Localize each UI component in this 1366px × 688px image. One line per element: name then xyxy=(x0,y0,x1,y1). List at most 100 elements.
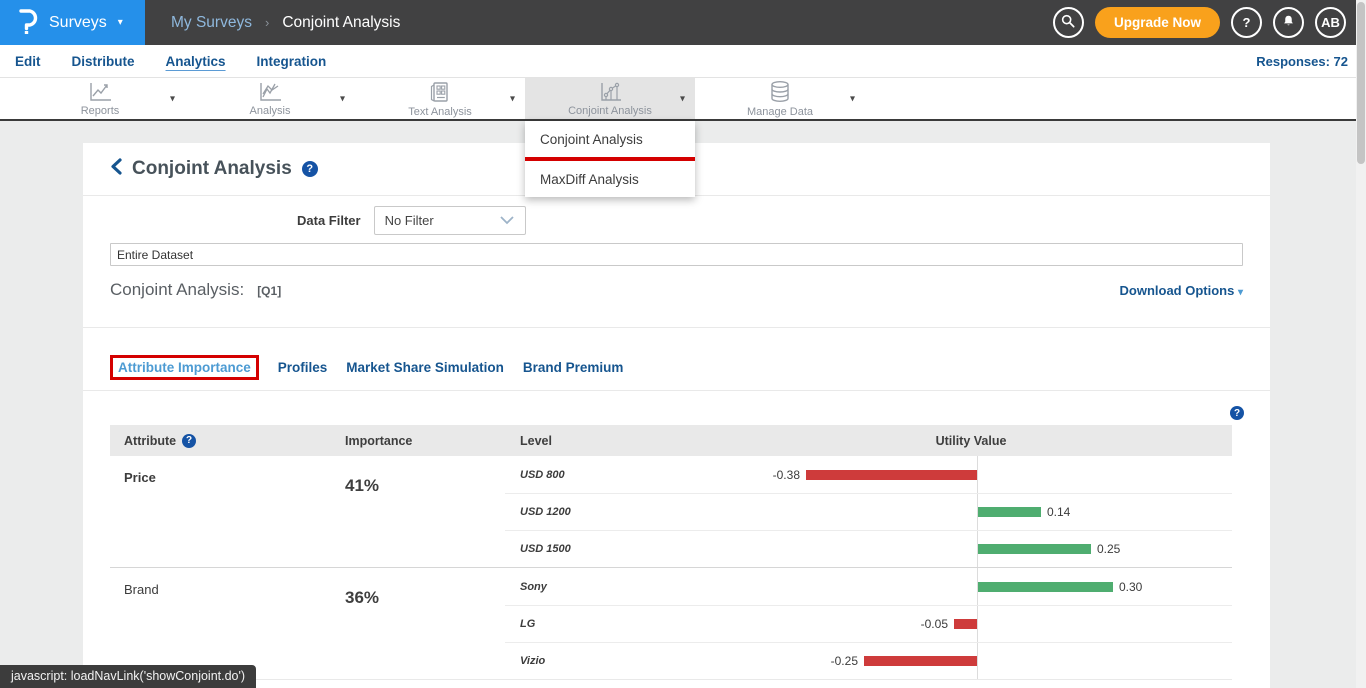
utility-value-label: -0.38 xyxy=(773,468,800,482)
column-header-importance: Importance xyxy=(330,434,505,448)
vertical-scrollbar[interactable] xyxy=(1356,0,1366,688)
title-help-icon[interactable]: ? xyxy=(302,161,318,177)
toolbar-item-reports[interactable]: Reports▾ xyxy=(15,78,185,119)
section-title: Conjoint Analysis: xyxy=(110,280,244,300)
tab-market-share-simulation[interactable]: Market Share Simulation xyxy=(346,360,504,375)
level-name: USD 800 xyxy=(505,456,710,493)
product-switcher[interactable]: Surveys ▾ xyxy=(0,0,145,45)
product-label: Surveys xyxy=(49,14,107,32)
toolbar-item-conjoint-analysis[interactable]: Conjoint Analysis ▾ xyxy=(525,78,695,119)
nav-item-distribute[interactable]: Distribute xyxy=(72,54,135,69)
questionpro-logo-icon xyxy=(16,6,40,39)
menu-item-conjoint-analysis[interactable]: Conjoint Analysis xyxy=(525,121,695,157)
toolbar-item-analysis[interactable]: Analysis ▾ xyxy=(185,78,355,119)
level-name: USD 1200 xyxy=(505,494,710,530)
breadcrumb-current: Conjoint Analysis xyxy=(282,14,400,32)
chevron-down-icon[interactable]: ▾ xyxy=(510,93,515,104)
help-button[interactable]: ? xyxy=(1231,7,1262,38)
back-button[interactable] xyxy=(110,158,122,180)
toolbar-item-manage-data[interactable]: Manage Data ▾ xyxy=(695,78,865,119)
chevron-down-icon[interactable]: ▾ xyxy=(170,93,175,104)
table-row-brand: Brand36%Sony0.30LG-0.05Vizio-0.25 xyxy=(110,567,1232,680)
nav-item-integration[interactable]: Integration xyxy=(257,54,327,69)
utility-bar-canvas: -0.38 xyxy=(710,456,1232,493)
search-icon xyxy=(1060,13,1076,32)
level-row: USD 1500 0.25 xyxy=(505,530,1232,567)
importance-value: 41% xyxy=(330,456,505,567)
toolbar-item-label: Manage Data xyxy=(747,106,813,118)
chevron-down-icon[interactable]: ▾ xyxy=(340,93,345,104)
utility-table: Attribute ? Importance Level Utility Val… xyxy=(110,425,1232,680)
level-list: USD 800 -0.38 USD 12000.14USD 1500 0.25 xyxy=(505,456,1232,567)
dataset-input[interactable] xyxy=(110,243,1243,266)
conjoint-analysis-icon xyxy=(597,81,623,103)
toolbar-item-label: Conjoint Analysis xyxy=(568,105,652,117)
data-filter-select[interactable]: No Filter xyxy=(374,206,526,235)
conjoint-analysis-dropdown: Conjoint Analysis MaxDiff Analysis xyxy=(525,121,695,197)
attribute-name: Price xyxy=(110,456,330,567)
upgrade-now-button[interactable]: Upgrade Now xyxy=(1095,7,1220,38)
utility-bar xyxy=(864,656,977,666)
question-mark-icon: ? xyxy=(1243,15,1251,30)
toolbar-item-label: Analysis xyxy=(250,105,291,117)
header-actions: Upgrade Now ? AB xyxy=(1053,7,1366,38)
avatar[interactable]: AB xyxy=(1315,7,1346,38)
download-options-button[interactable]: Download Options ▾ xyxy=(1120,283,1243,298)
table-body: Price41%USD 800 -0.38 USD 12000.14USD 1500… xyxy=(110,456,1232,680)
database-icon xyxy=(768,80,792,104)
level-name: USD 1500 xyxy=(505,531,710,567)
menu-item-maxdiff-analysis[interactable]: MaxDiff Analysis xyxy=(525,161,695,197)
chevron-down-icon[interactable]: ▾ xyxy=(680,93,685,104)
axis-line xyxy=(977,643,978,679)
level-list: Sony0.30LG-0.05Vizio-0.25 xyxy=(505,568,1232,679)
table-header-row: Attribute ? Importance Level Utility Val… xyxy=(110,425,1232,456)
utility-bar xyxy=(806,470,977,480)
level-row: USD 12000.14 xyxy=(505,493,1232,530)
table-help-icon[interactable]: ? xyxy=(1230,406,1244,420)
column-header-utility-value: Utility Value xyxy=(710,434,1232,448)
nav-item-analytics[interactable]: Analytics xyxy=(166,54,226,69)
chevron-down-icon: ▾ xyxy=(118,17,123,28)
notifications-button[interactable] xyxy=(1273,7,1304,38)
responses-count[interactable]: Responses: 72 xyxy=(1256,54,1348,69)
utility-bar xyxy=(978,544,1091,554)
attribute-help-icon[interactable]: ? xyxy=(182,434,196,448)
question-reference: [Q1] xyxy=(257,284,281,298)
content-card: Conjoint Analysis ? Data Filter No Filte… xyxy=(83,143,1270,688)
download-options-label: Download Options xyxy=(1120,283,1235,298)
nav-item-edit[interactable]: Edit xyxy=(15,54,41,69)
bell-icon xyxy=(1281,13,1296,32)
level-name: Vizio xyxy=(505,643,710,679)
tab-attribute-importance[interactable]: Attribute Importance xyxy=(110,355,259,380)
attribute-name: Brand xyxy=(110,568,330,679)
data-filter-value: No Filter xyxy=(385,213,434,228)
scrollbar-thumb[interactable] xyxy=(1357,2,1365,164)
page-title: Conjoint Analysis xyxy=(132,158,292,180)
axis-line xyxy=(977,606,978,642)
utility-bar xyxy=(978,507,1041,517)
attribute-header-label: Attribute xyxy=(124,434,176,448)
app-viewport: Surveys ▾ My Surveys › Conjoint Analysis… xyxy=(0,0,1366,688)
divider xyxy=(83,327,1270,328)
utility-bar-canvas: -0.25 xyxy=(710,643,1232,679)
tab-profiles[interactable]: Profiles xyxy=(278,360,328,375)
breadcrumb-my-surveys[interactable]: My Surveys xyxy=(171,14,252,32)
axis-line xyxy=(977,456,978,493)
survey-nav-items: Edit Distribute Analytics Integration xyxy=(15,54,326,69)
result-tabs: Attribute Importance Profiles Market Share… xyxy=(110,355,623,380)
search-button[interactable] xyxy=(1053,7,1084,38)
utility-value-label: -0.05 xyxy=(921,617,948,631)
utility-value-label: 0.30 xyxy=(1119,580,1142,594)
toolbar-item-text-analysis[interactable]: Text Analysis▾ xyxy=(355,78,525,119)
chevron-left-icon xyxy=(110,158,122,180)
utility-bar-canvas: 0.14 xyxy=(710,494,1232,530)
utility-bar xyxy=(978,582,1113,592)
tab-brand-premium[interactable]: Brand Premium xyxy=(523,360,624,375)
utility-bar-canvas: 0.25 xyxy=(710,531,1232,567)
data-filter-row: Data Filter No Filter xyxy=(110,206,526,235)
level-row: LG-0.05 xyxy=(505,605,1232,642)
column-header-attribute: Attribute ? xyxy=(110,434,330,448)
chevron-down-icon[interactable]: ▾ xyxy=(850,93,855,104)
chevron-down-icon: ▾ xyxy=(1238,287,1243,298)
utility-value-label: 0.25 xyxy=(1097,542,1120,556)
